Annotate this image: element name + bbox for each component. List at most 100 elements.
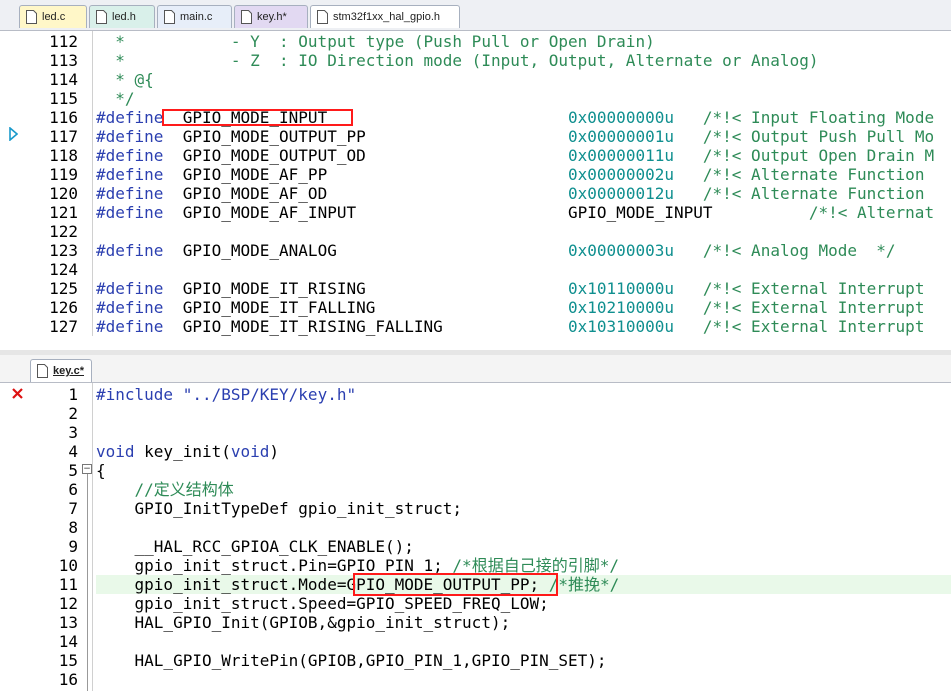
code-token: GPIO_MODE_OUTPUT_PP — [163, 127, 569, 146]
code-line[interactable]: 2 — [0, 404, 951, 423]
code-line[interactable]: 9 __HAL_RCC_GPIOA_CLK_ENABLE(); — [0, 537, 951, 556]
tab-stm32f1xx-hal-gpio-h[interactable]: stm32f1xx_hal_gpio.h — [310, 5, 460, 28]
code-token: GPIO_MODE_OUTPUT_OD — [163, 146, 569, 165]
tab-key-c[interactable]: key.c* — [30, 359, 92, 382]
code-token: /*!< Analog Mode */ — [702, 241, 896, 260]
code-text: #define GPIO_MODE_AF_PP 0x00000002u /*!<… — [96, 165, 924, 184]
tab-led-h[interactable]: led.h — [89, 5, 155, 28]
highlight-box-gpio-mode-output-pp — [353, 573, 558, 596]
code-token: #define — [96, 279, 164, 298]
code-token: HAL_GPIO_WritePin(GPIOB,GPIO_PIN_1,GPIO_… — [96, 651, 607, 670]
code-line[interactable]: 5{ — [0, 461, 951, 480]
code-line[interactable]: 12 gpio_init_struct.Speed=GPIO_SPEED_FRE… — [0, 594, 951, 613]
fold-minus-icon[interactable]: − — [82, 464, 92, 474]
code-text: * - Z : IO Direction mode (Input, Output… — [96, 51, 818, 70]
line-number: 1 — [68, 385, 78, 404]
code-token: { — [96, 461, 106, 480]
code-line[interactable]: 115 */ — [0, 89, 951, 108]
code-line[interactable]: 1 #include "../BSP/KEY/key.h" — [0, 385, 951, 404]
code-token: 0x00000011u — [568, 146, 674, 165]
code-line[interactable]: 6 //定义结构体 — [0, 480, 951, 499]
bottom-editor[interactable]: 1 #include "../BSP/KEY/key.h" 2 3 4 void key_… — [0, 383, 951, 691]
line-number: 14 — [58, 632, 78, 651]
code-token: 0x00000000u — [568, 108, 674, 127]
line-number: 2 — [68, 404, 78, 423]
line-number: 6 — [68, 480, 78, 499]
code-line[interactable]: 125 #define GPIO_MODE_IT_RISING 0x1011000… — [0, 279, 951, 298]
code-text: HAL_GPIO_Init(GPIOB,&gpio_init_struct); — [96, 613, 511, 632]
code-text: gpio_init_struct.Speed=GPIO_SPEED_FREQ_L… — [96, 594, 549, 613]
tab-main-c[interactable]: main.c — [157, 5, 232, 28]
code-token: GPIO_MODE_AF_OD — [163, 184, 569, 203]
line-number: 5 — [68, 461, 78, 480]
line-number: 10 — [58, 556, 78, 575]
code-token: 0x00000002u — [568, 165, 674, 184]
top-editor[interactable]: 112 * - Y : Output type (Push Pull or Op… — [0, 31, 951, 336]
code-line[interactable]: 14 — [0, 632, 951, 651]
code-token: ) — [269, 442, 280, 461]
code-token: /*!< Alternat — [808, 203, 935, 222]
code-token: #define — [96, 165, 164, 184]
code-token: "../BSP/KEY/key.h" — [182, 385, 357, 404]
line-number: 126 — [49, 298, 78, 317]
line-number: 121 — [49, 203, 78, 222]
line-number: 117 — [49, 127, 78, 146]
code-line[interactable]: 120 #define GPIO_MODE_AF_OD 0x00000012u /… — [0, 184, 951, 203]
code-line[interactable]: 16 — [0, 670, 951, 689]
code-text: #define GPIO_MODE_AF_OD 0x00000012u /*!<… — [96, 184, 924, 203]
code-text: #define GPIO_MODE_OUTPUT_OD 0x00000011u … — [96, 146, 934, 165]
code-token: GPIO_InitTypeDef gpio_init_struct; — [96, 499, 463, 518]
code-line[interactable]: 117 #define GPIO_MODE_OUTPUT_PP 0x0000000… — [0, 127, 951, 146]
tab-led-c[interactable]: led.c — [19, 5, 87, 28]
code-line[interactable]: 3 — [0, 423, 951, 442]
top-tab-bar: led.c led.h main.c key.h* stm32f1xx_hal_… — [0, 0, 951, 31]
code-token: 0x00000001u — [568, 127, 674, 146]
code-text: #define GPIO_MODE_IT_RISING 0x10110000u … — [96, 279, 924, 298]
code-line[interactable]: 15 HAL_GPIO_WritePin(GPIOB,GPIO_PIN_1,GP… — [0, 651, 951, 670]
code-token: GPIO_MODE_AF_PP — [163, 165, 569, 184]
code-token: #define — [96, 108, 164, 127]
code-line[interactable]: 121 #define GPIO_MODE_AF_INPUT GPIO_MODE_… — [0, 203, 951, 222]
error-x-icon — [12, 388, 23, 399]
tab-key-h[interactable]: key.h* — [234, 5, 308, 28]
code-line[interactable]: 8 — [0, 518, 951, 537]
file-icon — [37, 364, 48, 378]
line-number: 9 — [68, 537, 78, 556]
file-icon — [241, 10, 252, 24]
code-line[interactable]: 124 — [0, 260, 951, 279]
code-token: /*!< Output Push Pull Mo — [702, 127, 935, 146]
line-number: 120 — [49, 184, 78, 203]
file-icon — [164, 10, 175, 24]
line-number: 114 — [49, 70, 78, 89]
line-number: 7 — [68, 499, 78, 518]
code-line[interactable]: 4 void key_init(void) — [0, 442, 951, 461]
code-line[interactable]: 119 #define GPIO_MODE_AF_PP 0x00000002u /… — [0, 165, 951, 184]
code-token: #define — [96, 203, 164, 222]
code-line[interactable]: 127 #define GPIO_MODE_IT_RISING_FALLING 0… — [0, 317, 951, 336]
code-line[interactable]: 123 #define GPIO_MODE_ANALOG 0x00000003u … — [0, 241, 951, 260]
code-line[interactable]: 116 #define GPIO_MODE_INPUT 0x00000000u /… — [0, 108, 951, 127]
code-line[interactable]: 126 #define GPIO_MODE_IT_FALLING 0x102100… — [0, 298, 951, 317]
code-line[interactable]: 122 — [0, 222, 951, 241]
code-token: /*!< Output Open Drain M — [702, 146, 935, 165]
code-line[interactable]: 112 * - Y : Output type (Push Pull or Op… — [0, 32, 951, 51]
code-token: * - Y : Output type (Push Pull or Open D… — [96, 32, 655, 51]
line-number: 119 — [49, 165, 78, 184]
code-line[interactable]: 7 GPIO_InitTypeDef gpio_init_struct; — [0, 499, 951, 518]
line-number: 3 — [68, 423, 78, 442]
code-token: /*!< External Interrupt — [702, 298, 925, 317]
code-text: #define GPIO_MODE_ANALOG 0x00000003u /*!… — [96, 241, 896, 260]
code-token: GPIO_MODE_AF_INPUT GPIO_MODE_INPUT — [163, 203, 809, 222]
code-line[interactable]: 13 HAL_GPIO_Init(GPIOB,&gpio_init_struct… — [0, 613, 951, 632]
file-icon — [317, 10, 328, 24]
code-line[interactable]: 118 #define GPIO_MODE_OUTPUT_OD 0x0000001… — [0, 146, 951, 165]
code-line[interactable]: 113 * - Z : IO Direction mode (Input, Ou… — [0, 51, 951, 70]
code-line[interactable]: 114 * @{ — [0, 70, 951, 89]
code-text: { — [96, 461, 106, 480]
